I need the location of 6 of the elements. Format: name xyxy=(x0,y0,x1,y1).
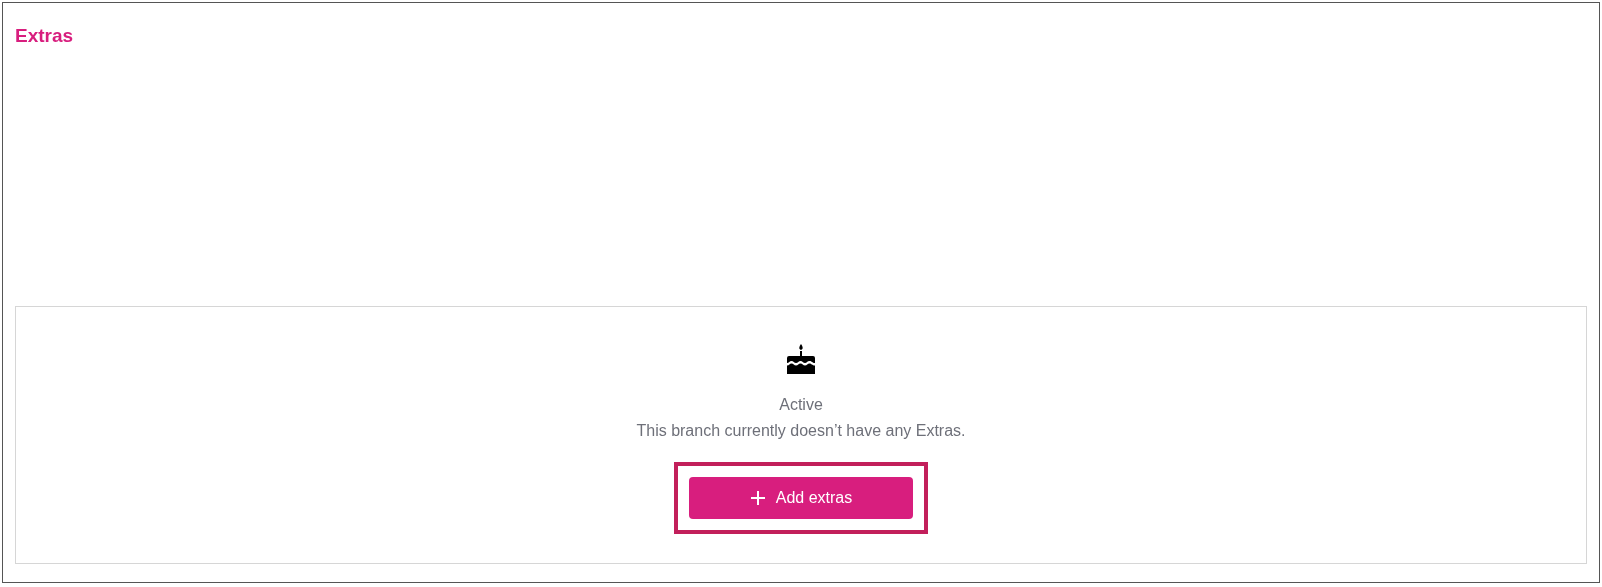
plus-icon xyxy=(749,490,766,506)
add-extras-button[interactable]: Add extras xyxy=(689,477,913,519)
section-title: Extras xyxy=(15,25,74,47)
cake-icon xyxy=(787,344,815,374)
status-text: Active xyxy=(779,396,823,414)
empty-message: This branch currently doesn’t have any Extras. xyxy=(636,422,966,440)
